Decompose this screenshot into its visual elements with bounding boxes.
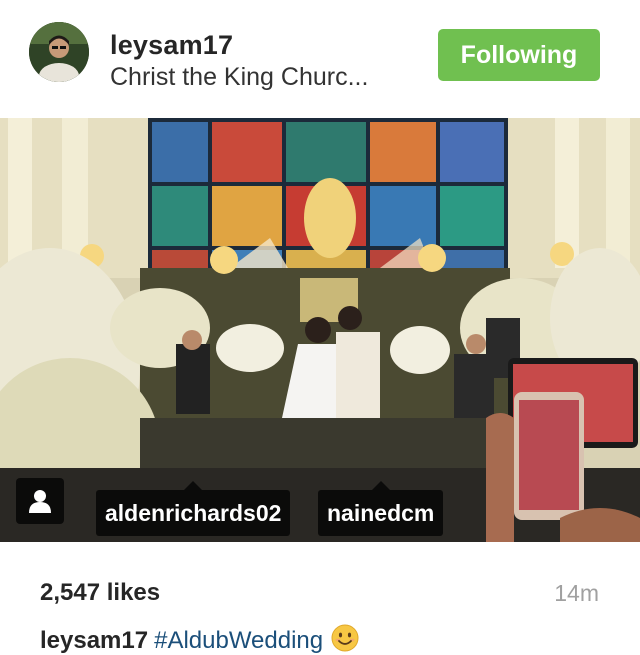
- likes-count[interactable]: 2,547 likes: [40, 579, 160, 607]
- caption-hashtag[interactable]: #AldubWedding: [154, 627, 323, 654]
- avatar-image: [29, 22, 89, 82]
- post-header: leysam17 Christ the King Churc... Follow…: [0, 0, 640, 118]
- username[interactable]: leysam17: [110, 30, 233, 61]
- location-label[interactable]: Christ the King Churc...: [110, 63, 368, 92]
- tagged-people-button[interactable]: [16, 478, 64, 524]
- wedding-photo-image: [0, 118, 640, 542]
- following-button[interactable]: Following: [438, 29, 600, 81]
- caption-username[interactable]: leysam17: [40, 627, 148, 654]
- smiling-face-icon: [331, 624, 359, 652]
- post-timestamp: 14m: [554, 580, 599, 606]
- user-tag[interactable]: nainedcm: [318, 481, 444, 536]
- user-avatar[interactable]: [29, 22, 89, 82]
- person-icon: [29, 490, 51, 513]
- user-tag[interactable]: aldenrichards02: [96, 481, 291, 536]
- post-caption: leysam17 #AldubWedding: [40, 624, 359, 655]
- post-photo[interactable]: [0, 118, 640, 542]
